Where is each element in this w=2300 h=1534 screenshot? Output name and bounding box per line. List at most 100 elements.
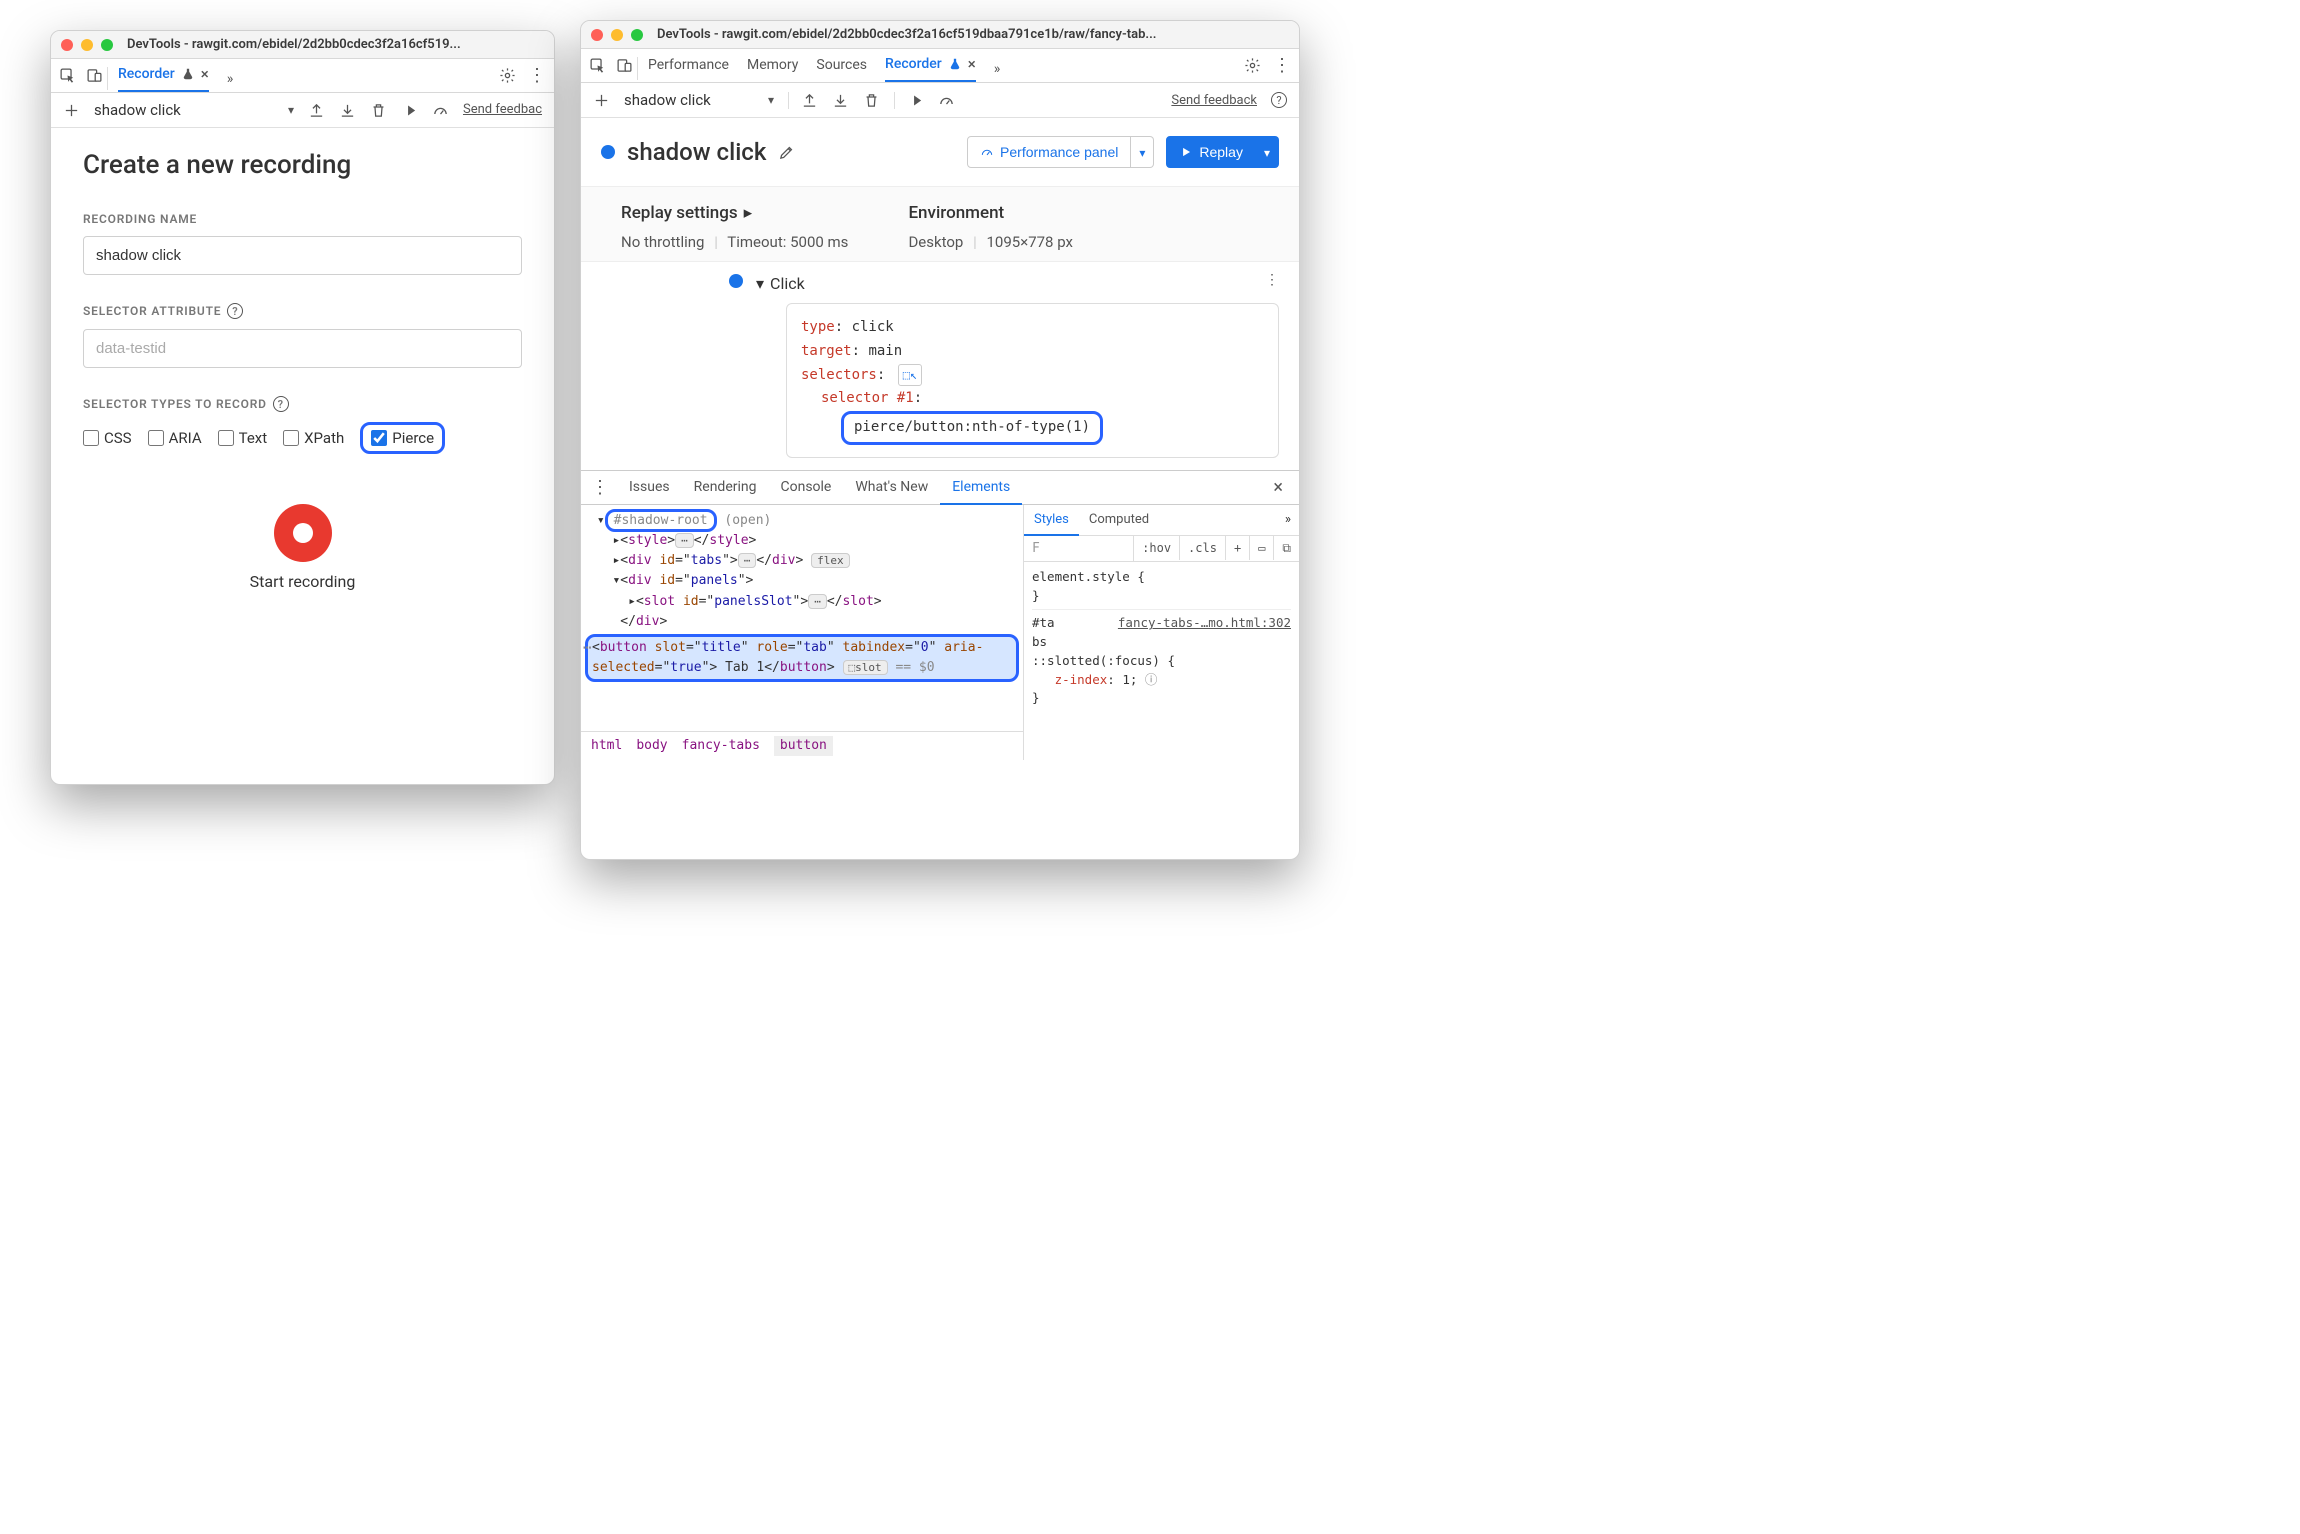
more-tabs-icon[interactable]: »	[994, 61, 1001, 77]
main-tab-bar: Performance Memory Sources Recorder × » …	[581, 49, 1299, 83]
kebab-menu-icon[interactable]: ⋮	[591, 477, 617, 498]
traffic-lights[interactable]	[61, 39, 113, 51]
start-recording-label: Start recording	[83, 572, 522, 591]
drawer-tab-rendering[interactable]: Rendering	[682, 471, 769, 503]
gear-icon[interactable]	[1244, 57, 1261, 74]
edit-icon[interactable]	[778, 144, 795, 161]
checkbox-css[interactable]: CSS	[83, 429, 132, 447]
page-title: Create a new recording	[83, 150, 522, 180]
toggle-cls-button[interactable]: .cls	[1180, 536, 1226, 560]
maximize-window-icon[interactable]	[101, 39, 113, 51]
styles-tab-styles[interactable]: Styles	[1024, 505, 1079, 536]
minimize-window-icon[interactable]	[611, 29, 623, 41]
elements-panel: ▾#shadow-root (open) ▸<style>⋯</style> ▸…	[581, 505, 1299, 760]
element-picker-icon[interactable]: ⬚↖	[898, 364, 922, 386]
dom-tree[interactable]: ▾#shadow-root (open) ▸<style>⋯</style> ▸…	[581, 505, 1024, 760]
close-window-icon[interactable]	[591, 29, 603, 41]
styles-panel: Styles Computed » F :hov .cls + ▭ ⧉ elem…	[1024, 505, 1299, 760]
breadcrumb-item[interactable]: body	[636, 736, 667, 756]
gear-icon[interactable]	[499, 67, 516, 84]
tab-sources[interactable]: Sources	[816, 57, 867, 80]
help-icon[interactable]: ?	[227, 303, 243, 319]
drawer-tab-issues[interactable]: Issues	[617, 471, 682, 503]
drawer-tab-console[interactable]: Console	[768, 471, 843, 503]
tab-recorder[interactable]: Recorder ×	[118, 65, 209, 92]
close-tab-icon[interactable]: ×	[201, 65, 209, 83]
checkbox-aria[interactable]: ARIA	[148, 429, 202, 447]
kebab-menu-icon[interactable]: ⋮	[528, 65, 546, 86]
speed-icon[interactable]	[432, 102, 449, 119]
recorder-toolbar: shadow click Send feedbac	[51, 93, 554, 128]
flask-icon	[948, 57, 962, 71]
kebab-menu-icon[interactable]: ⋮	[1273, 55, 1291, 76]
play-icon	[1179, 145, 1193, 159]
play-skip-icon[interactable]	[907, 92, 924, 109]
start-recording-button[interactable]	[274, 504, 332, 562]
gauge-icon	[980, 145, 994, 159]
recorder-toolbar: shadow click Send feedback ?	[581, 83, 1299, 118]
selector-attribute-input[interactable]	[83, 329, 522, 368]
replay-caret[interactable]	[1256, 136, 1279, 168]
recording-name-input[interactable]	[83, 236, 522, 275]
replay-button-group: Replay	[1166, 136, 1279, 168]
device-toolbar-icon[interactable]	[86, 67, 103, 84]
maximize-window-icon[interactable]	[631, 29, 643, 41]
send-feedback-link[interactable]: Send feedback	[1171, 93, 1257, 108]
drawer-tab-whatsnew[interactable]: What's New	[843, 471, 940, 503]
replay-settings-header[interactable]: Replay settings▸	[621, 203, 848, 223]
plus-icon[interactable]	[593, 92, 610, 109]
close-drawer-icon[interactable]: ×	[1267, 477, 1289, 498]
replay-button[interactable]: Replay	[1166, 136, 1256, 168]
recording-header: shadow click Performance panel Replay	[581, 118, 1299, 186]
performance-panel-caret[interactable]	[1131, 136, 1154, 168]
breadcrumb-item[interactable]: fancy-tabs	[682, 736, 760, 756]
help-icon[interactable]: ?	[1271, 92, 1287, 108]
chevron-down-icon[interactable]	[768, 92, 774, 108]
import-icon[interactable]	[832, 92, 849, 109]
tab-memory[interactable]: Memory	[747, 57, 798, 80]
send-feedback-link[interactable]: Send feedbac	[463, 102, 542, 118]
drawer-tab-elements[interactable]: Elements	[940, 471, 1022, 505]
tab-performance[interactable]: Performance	[648, 57, 729, 80]
new-rule-icon[interactable]: +	[1226, 536, 1250, 560]
paint-icon[interactable]: ▭	[1250, 536, 1274, 560]
tab-recorder[interactable]: Recorder ×	[885, 55, 976, 82]
panel-dock-icon[interactable]: ⧉	[1274, 536, 1299, 561]
export-icon[interactable]	[801, 92, 818, 109]
titlebar: DevTools - rawgit.com/ebidel/2d2bb0cdec3…	[581, 21, 1299, 49]
breadcrumb-item[interactable]: html	[591, 736, 622, 756]
styles-filter-input[interactable]: F	[1024, 536, 1134, 561]
trash-icon[interactable]	[863, 92, 880, 109]
inspect-element-icon[interactable]	[589, 57, 606, 74]
export-icon[interactable]	[308, 102, 325, 119]
device-toolbar-icon[interactable]	[616, 57, 633, 74]
more-tabs-icon[interactable]: »	[227, 71, 234, 87]
play-skip-icon[interactable]	[401, 102, 418, 119]
kebab-menu-icon[interactable]: ⋮	[1265, 272, 1279, 288]
chevron-down-icon[interactable]	[288, 102, 294, 118]
checkbox-pierce[interactable]: Pierce	[371, 429, 434, 447]
performance-panel-button[interactable]: Performance panel	[967, 136, 1131, 168]
breadcrumb-item[interactable]: button	[774, 736, 833, 756]
styles-body[interactable]: element.style { } #tafancy-tabs-…mo.html…	[1024, 562, 1299, 760]
trash-icon[interactable]	[370, 102, 387, 119]
help-icon[interactable]: ?	[273, 396, 289, 412]
checkbox-xpath[interactable]: XPath	[283, 429, 344, 447]
toggle-hov-button[interactable]: :hov	[1134, 536, 1180, 560]
step-title[interactable]: ▾Click	[756, 274, 1279, 293]
minimize-window-icon[interactable]	[81, 39, 93, 51]
source-link[interactable]: fancy-tabs-…mo.html:302	[1118, 614, 1291, 633]
selected-element-highlighted: <button slot="title" role="tab" tabindex…	[585, 634, 1019, 682]
import-icon[interactable]	[339, 102, 356, 119]
speed-icon[interactable]	[938, 92, 955, 109]
close-tab-icon[interactable]: ×	[968, 55, 976, 73]
inspect-element-icon[interactable]	[59, 67, 76, 84]
styles-tab-computed[interactable]: Computed	[1079, 505, 1159, 534]
plus-icon[interactable]	[63, 102, 80, 119]
step-click: ⋮ ▾Click type: click target: main select…	[581, 262, 1299, 470]
traffic-lights[interactable]	[591, 29, 643, 41]
checkbox-text[interactable]: Text	[218, 429, 268, 447]
close-window-icon[interactable]	[61, 39, 73, 51]
more-tabs-icon[interactable]: »	[1277, 512, 1299, 527]
breadcrumb[interactable]: html body fancy-tabs button	[581, 731, 1023, 760]
